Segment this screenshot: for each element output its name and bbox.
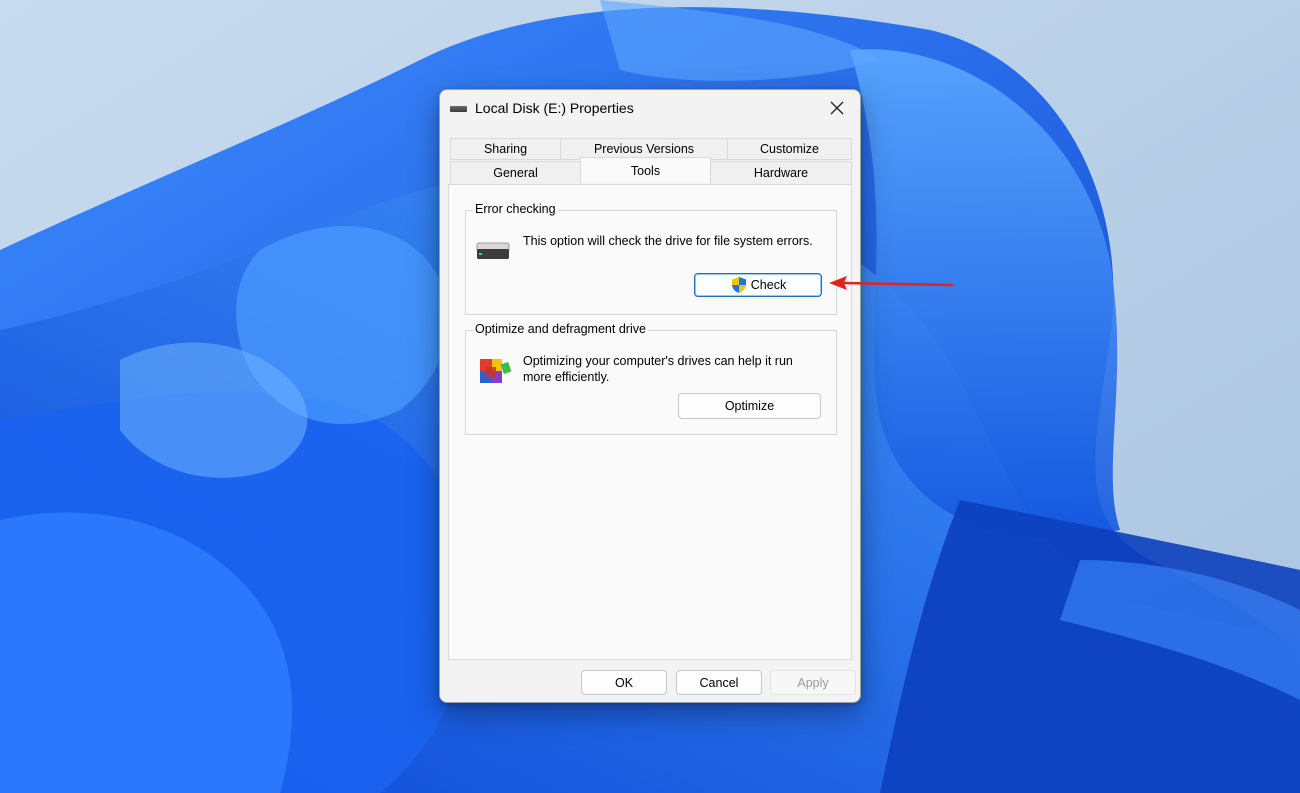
tab-label: Previous Versions	[593, 142, 695, 156]
hard-drive-icon	[476, 242, 510, 259]
tab-label: Sharing	[483, 142, 528, 156]
close-button[interactable]	[814, 90, 860, 126]
tab-label: General	[493, 166, 538, 180]
optimize-button[interactable]: Optimize	[678, 393, 821, 419]
tab-tools[interactable]: Tools	[580, 157, 711, 183]
tab-hardware[interactable]: Hardware	[710, 161, 852, 185]
uac-shield-icon	[731, 277, 746, 293]
tools-panel: Error checking This option will check th…	[448, 184, 852, 660]
optimize-description: Optimizing your computer's drives can he…	[523, 354, 793, 384]
properties-dialog: Local Disk (E:) Properties Sharing Previ…	[439, 89, 861, 703]
apply-button-label: Apply	[797, 675, 829, 690]
check-button-label: Check	[750, 278, 787, 292]
dialog-footer: OK Cancel Apply	[440, 660, 860, 702]
dialog-title: Local Disk (E:) Properties	[475, 100, 634, 116]
defrag-icon	[480, 359, 512, 383]
ok-button-label: OK	[614, 675, 634, 690]
apply-button[interactable]: Apply	[770, 670, 856, 695]
error-checking-heading: Error checking	[473, 202, 558, 216]
annotation-arrow	[829, 276, 954, 290]
drive-icon	[450, 106, 467, 112]
tab-sharing[interactable]: Sharing	[450, 138, 561, 160]
tab-label: Tools	[630, 163, 661, 178]
error-checking-group: Error checking This option will check th…	[465, 202, 837, 315]
error-checking-description: This option will check the drive for fil…	[523, 234, 813, 248]
title-bar[interactable]: Local Disk (E:) Properties	[440, 90, 860, 128]
tab-label: Customize	[759, 142, 820, 156]
cancel-button[interactable]: Cancel	[676, 670, 762, 695]
check-button[interactable]: Check	[694, 273, 822, 297]
optimize-heading: Optimize and defragment drive	[473, 322, 648, 336]
optimize-button-label: Optimize	[724, 399, 775, 413]
optimize-group: Optimize and defragment drive Optimizing…	[465, 322, 837, 435]
tab-label: Hardware	[753, 166, 809, 180]
close-icon	[830, 101, 844, 115]
ok-button[interactable]: OK	[581, 670, 667, 695]
tab-customize[interactable]: Customize	[727, 138, 852, 160]
tab-general[interactable]: General	[450, 161, 581, 185]
cancel-button-label: Cancel	[699, 675, 739, 690]
